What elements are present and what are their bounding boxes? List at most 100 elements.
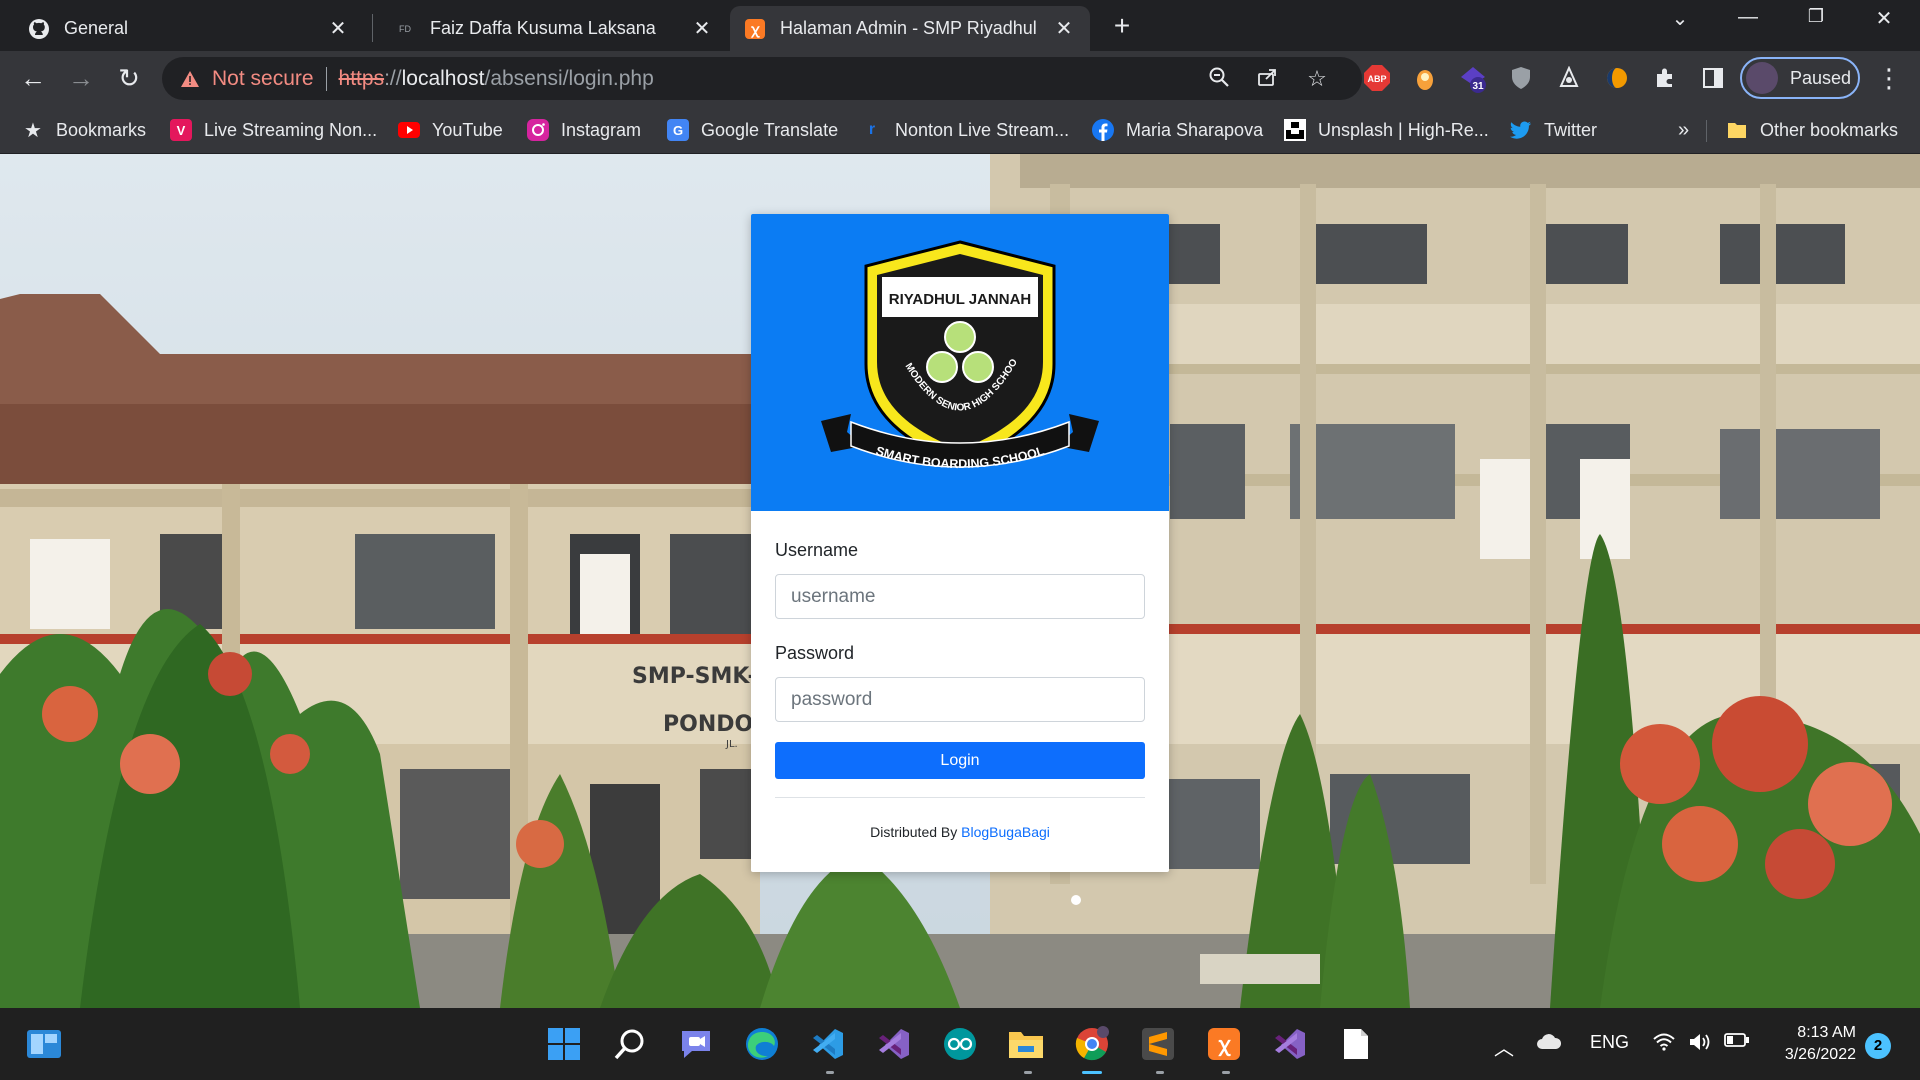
visual-studio-2-icon[interactable] bbox=[1270, 1024, 1310, 1064]
honey-icon[interactable] bbox=[1410, 63, 1440, 93]
school-logo: RIYADHUL JANNAH MODERN SENIOR HIGH SCHOO… bbox=[751, 214, 1099, 471]
active-indicator bbox=[1082, 1071, 1102, 1074]
svg-text:ꭓ: ꭓ bbox=[1217, 1032, 1231, 1057]
bookmarks-button[interactable]: ★ Bookmarks bbox=[22, 116, 146, 144]
username-input[interactable] bbox=[775, 574, 1145, 619]
bookmark-youtube[interactable]: YouTube bbox=[398, 116, 503, 144]
login-card-header: RIYADHUL JANNAH MODERN SENIOR HIGH SCHOO… bbox=[751, 214, 1169, 511]
footer-link[interactable]: BlogBugaBagi bbox=[961, 824, 1050, 840]
tab-halaman-admin[interactable]: ꭓ Halaman Admin - SMP Riyadhul ✕ bbox=[730, 6, 1090, 51]
abp-icon[interactable]: ABP bbox=[1362, 63, 1392, 93]
reload-icon[interactable]: ↻ bbox=[112, 62, 146, 96]
language-indicator[interactable]: ENG bbox=[1590, 1032, 1629, 1053]
bookmark-google-translate[interactable]: G Google Translate bbox=[667, 116, 838, 144]
url-scheme: https bbox=[338, 66, 385, 90]
calendar-icon[interactable]: 31 bbox=[1458, 63, 1488, 93]
bookmarks-overflow-button[interactable]: » bbox=[1678, 116, 1689, 144]
url-separator: :// bbox=[384, 66, 402, 90]
bookmark-label: Unsplash | High-Re... bbox=[1318, 119, 1489, 140]
tab-faiz[interactable]: FD Faiz Daffa Kusuma Laksana ✕ bbox=[380, 6, 728, 51]
url-host: localhost bbox=[401, 66, 485, 90]
username-label: Username bbox=[775, 540, 859, 560]
bookmark-twitter[interactable]: Twitter bbox=[1510, 116, 1597, 144]
restore-icon[interactable]: ❐ bbox=[1796, 6, 1836, 27]
widgets-icon[interactable] bbox=[24, 1024, 64, 1064]
file-explorer-icon[interactable] bbox=[1006, 1024, 1046, 1064]
sidepanel-icon[interactable] bbox=[1698, 63, 1728, 93]
share-icon[interactable] bbox=[1254, 66, 1280, 92]
xampp-icon[interactable]: ꭓ bbox=[1204, 1024, 1244, 1064]
svg-text:SMP-SMK-: SMP-SMK- bbox=[632, 664, 757, 689]
avatar bbox=[1746, 62, 1778, 94]
vscode-icon[interactable] bbox=[808, 1024, 848, 1064]
distributed-by-text: Distributed By BlogBugaBagi bbox=[751, 824, 1169, 840]
puzzle-icon[interactable] bbox=[1650, 63, 1680, 93]
logo-school-name: RIYADHUL JANNAH bbox=[889, 291, 1032, 308]
running-indicator bbox=[826, 1071, 834, 1074]
bookmark-facebook[interactable]: Maria Sharapova bbox=[1092, 116, 1263, 144]
bookmarks-divider bbox=[1706, 120, 1707, 142]
bookmarks-bar: ★ Bookmarks V Live Streaming Non... YouT… bbox=[0, 106, 1920, 154]
notepad-icon[interactable] bbox=[1336, 1024, 1376, 1064]
bookmark-label: Other bookmarks bbox=[1760, 119, 1899, 140]
shield-icon[interactable] bbox=[1506, 63, 1536, 93]
notification-badge[interactable]: 2 bbox=[1865, 1033, 1891, 1059]
login-button[interactable]: Login bbox=[775, 742, 1145, 779]
close-icon[interactable]: ✕ bbox=[690, 16, 714, 41]
new-tab-button[interactable]: + bbox=[1105, 10, 1139, 44]
folder-icon bbox=[1726, 119, 1748, 141]
bookmark-label: Google Translate bbox=[701, 119, 839, 140]
minimize-icon[interactable]: — bbox=[1728, 6, 1768, 29]
tab-general[interactable]: General ✕ bbox=[14, 6, 364, 51]
password-input[interactable] bbox=[775, 677, 1145, 722]
chat-icon[interactable] bbox=[676, 1024, 716, 1064]
star-icon: ★ bbox=[24, 119, 42, 142]
tab-title: Faiz Daffa Kusuma Laksana bbox=[430, 18, 656, 38]
twitter-icon bbox=[1510, 119, 1532, 141]
arduino-icon[interactable] bbox=[940, 1024, 980, 1064]
sublime-icon[interactable] bbox=[1138, 1024, 1178, 1064]
edge-icon[interactable] bbox=[742, 1024, 782, 1064]
close-icon[interactable]: ✕ bbox=[326, 16, 350, 41]
back-icon[interactable]: ← bbox=[16, 62, 50, 96]
menu-icon[interactable]: ⋮ bbox=[1876, 63, 1902, 94]
facebook-icon bbox=[1092, 119, 1114, 141]
start-icon[interactable] bbox=[544, 1024, 584, 1064]
bookmark-unsplash[interactable]: Unsplash | High-Re... bbox=[1284, 116, 1489, 144]
firefly-icon[interactable] bbox=[1602, 63, 1632, 93]
xampp-icon: ꭓ bbox=[744, 18, 766, 40]
visual-studio-icon[interactable] bbox=[874, 1024, 914, 1064]
tab-search-icon[interactable]: ⌄ bbox=[1660, 6, 1700, 31]
not-secure-label[interactable]: Not secure bbox=[212, 67, 314, 91]
bookmark-vidio[interactable]: V Live Streaming Non... bbox=[170, 116, 377, 144]
cloud-icon[interactable] bbox=[1536, 1032, 1562, 1055]
chevron-up-icon[interactable]: ︿ bbox=[1494, 1032, 1514, 1061]
running-indicator bbox=[1024, 1071, 1032, 1074]
tab-title: General bbox=[64, 18, 129, 38]
bookmark-label: Maria Sharapova bbox=[1126, 119, 1264, 140]
github-icon bbox=[28, 18, 50, 40]
bookmark-instagram[interactable]: Instagram bbox=[527, 116, 641, 144]
password-label: Password bbox=[775, 643, 855, 663]
rcti-icon: r bbox=[868, 121, 876, 138]
star-icon[interactable]: ☆ bbox=[1304, 66, 1330, 92]
system-clock[interactable]: 8:13 AM 3/26/2022 bbox=[1770, 1022, 1856, 1066]
profile-button[interactable]: Paused bbox=[1740, 57, 1860, 99]
other-bookmarks-button[interactable]: Other bookmarks bbox=[1726, 116, 1898, 144]
search-icon[interactable] bbox=[610, 1024, 650, 1064]
spy-icon[interactable] bbox=[1554, 63, 1584, 93]
zoom-icon[interactable] bbox=[1206, 66, 1232, 92]
profile-status: Paused bbox=[1790, 67, 1852, 88]
volume-icon[interactable] bbox=[1688, 1032, 1714, 1057]
youtube-icon bbox=[398, 119, 420, 141]
bookmark-rcti[interactable]: r Nonton Live Stream... bbox=[861, 116, 1069, 144]
address-bar[interactable]: Not secure https://localhost/absensi/log… bbox=[162, 57, 1362, 100]
chrome-icon[interactable] bbox=[1072, 1024, 1112, 1064]
window-close-icon[interactable]: ✕ bbox=[1864, 6, 1904, 31]
forward-icon[interactable]: → bbox=[64, 62, 98, 96]
omnibox-divider bbox=[325, 66, 327, 91]
wifi-icon[interactable] bbox=[1652, 1032, 1676, 1057]
close-icon[interactable]: ✕ bbox=[1052, 16, 1076, 41]
battery-icon[interactable] bbox=[1724, 1032, 1750, 1053]
bookmark-label: Bookmarks bbox=[56, 119, 147, 140]
